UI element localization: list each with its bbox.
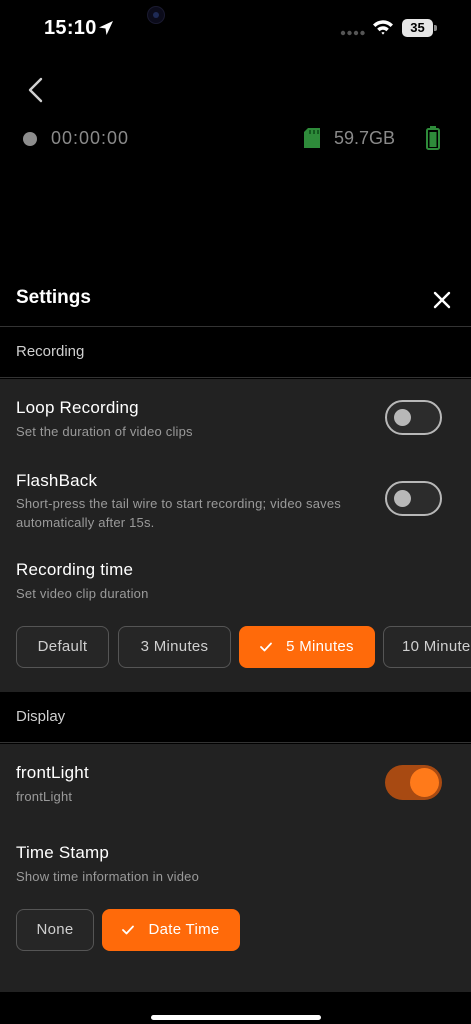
back-chevron-icon[interactable] — [22, 76, 50, 104]
check-icon — [260, 642, 273, 652]
toggle-knob — [410, 768, 439, 797]
chip-label: Default — [37, 638, 88, 655]
toggle-knob — [394, 409, 411, 426]
recording-time-option-3-minutes[interactable]: 3 Minutes — [118, 626, 231, 668]
chip-label: 10 Minutes — [402, 638, 471, 655]
storage-free: 59.7GB — [334, 128, 396, 148]
check-icon — [122, 925, 135, 935]
front-light-title: frontLight — [16, 763, 89, 782]
toggle-knob — [394, 490, 411, 507]
chip-label: 3 Minutes — [140, 638, 209, 655]
location-arrow-icon — [99, 21, 113, 35]
front-camera — [147, 6, 165, 24]
battery-icon: 35 — [402, 19, 438, 37]
display-card: frontLight frontLight Time Stamp Show ti… — [0, 744, 471, 992]
time-stamp-title: Time Stamp — [16, 843, 110, 862]
settings-title: Settings — [16, 287, 91, 308]
settings-header: Settings — [0, 270, 471, 327]
front-light-toggle[interactable] — [385, 765, 442, 800]
chip-label: None — [36, 921, 74, 938]
status-bar: 15:10 35 — [0, 0, 471, 56]
section-display: Display — [0, 693, 471, 743]
recording-time-title: Recording time — [16, 560, 134, 579]
section-recording-label: Recording — [16, 343, 85, 360]
flashback-title: FlashBack — [16, 471, 98, 490]
home-indicator[interactable] — [151, 1015, 321, 1020]
front-light-subtitle: frontLight — [16, 789, 73, 804]
wifi-icon — [373, 20, 393, 35]
time-stamp-option-date-time[interactable]: Date Time — [102, 909, 240, 951]
sd-card-icon — [304, 128, 320, 148]
record-dot-icon — [23, 132, 37, 146]
signal-icon — [340, 30, 365, 36]
recording-time-subtitle: Set video clip duration — [16, 586, 149, 601]
loop-recording-title: Loop Recording — [16, 398, 139, 417]
flashback-toggle[interactable] — [385, 481, 442, 516]
recording-time-option-10-minutes[interactable]: 10 Minutes — [383, 626, 471, 668]
status-time: 15:10 — [44, 17, 97, 39]
recording-time-option-5-minutes[interactable]: 5 Minutes — [239, 626, 375, 668]
recording-time-option-default[interactable]: Default — [16, 626, 109, 668]
device-battery-icon — [426, 126, 440, 150]
flashback-subtitle: Short-press the tail wire to start recor… — [16, 496, 341, 530]
recording-card: Loop Recording Set the duration of video… — [0, 379, 471, 692]
chip-label: 5 Minutes — [286, 638, 354, 655]
section-recording: Recording — [0, 328, 471, 378]
loop-recording-subtitle: Set the duration of video clips — [16, 424, 193, 439]
time-stamp-option-none[interactable]: None — [16, 909, 94, 951]
loop-recording-toggle[interactable] — [385, 400, 442, 435]
time-stamp-subtitle: Show time information in video — [16, 869, 200, 884]
record-timer: 00:00:00 — [51, 128, 130, 148]
battery-tip — [434, 25, 437, 31]
close-icon[interactable] — [428, 286, 456, 314]
section-display-label: Display — [16, 708, 66, 725]
battery-level: 35 — [402, 19, 433, 37]
chip-label: Date Time — [148, 921, 220, 938]
